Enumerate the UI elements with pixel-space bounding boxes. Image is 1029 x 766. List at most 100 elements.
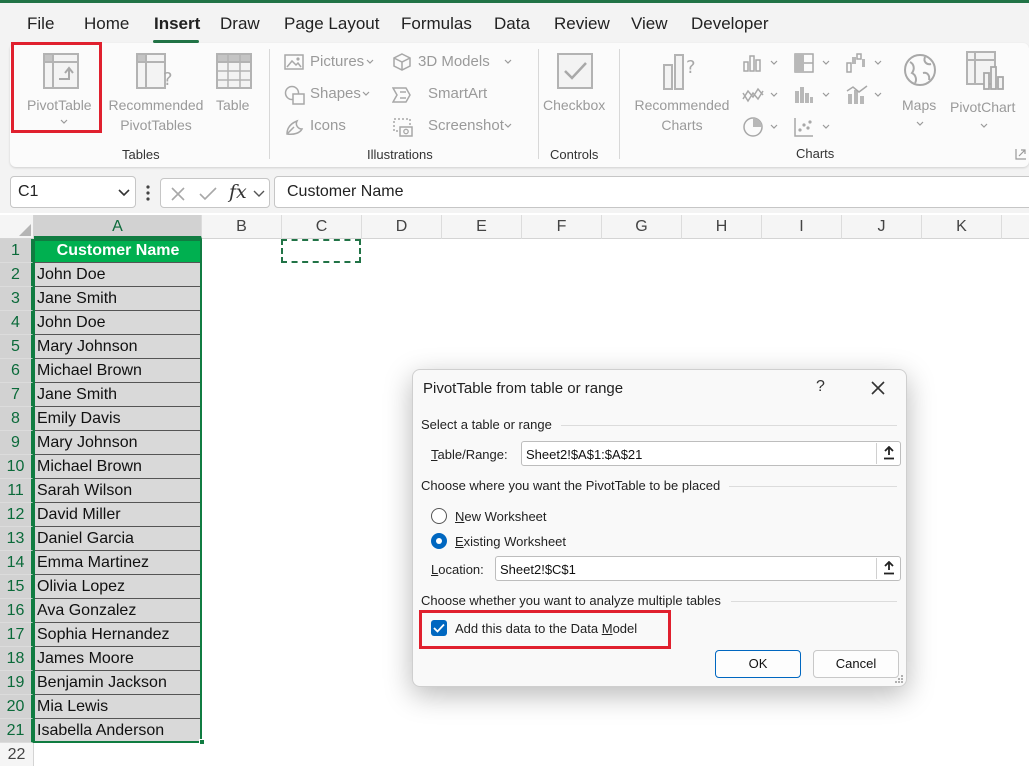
line-chart-icon [742,87,764,103]
name-box[interactable]: C1 [10,176,136,208]
icons-button[interactable]: Icons [282,115,362,139]
help-icon[interactable]: ? [816,378,825,396]
fill-handle[interactable] [199,739,205,745]
column-header-h[interactable]: H [682,215,762,239]
column-header-b[interactable]: B [202,215,282,239]
existing-worksheet-option[interactable]: Existing Worksheet [431,533,611,553]
chevron-down-icon[interactable] [253,190,265,198]
location-input[interactable]: Sheet2!$C$1 [495,556,901,581]
insert-hierarchy-chart-button[interactable] [794,51,834,75]
menu-page-layout[interactable]: Page Layout [284,14,379,34]
recommended-charts-button[interactable]: ? Recommended Charts [624,45,740,135]
menu-insert[interactable]: Insert [154,14,200,34]
group-separator [619,49,620,159]
row-header[interactable]: 14 [0,551,34,575]
close-icon[interactable] [868,378,888,398]
row-header[interactable]: 8 [0,407,34,431]
row-header[interactable]: 17 [0,623,34,647]
confirm-entry-icon[interactable] [198,185,218,203]
column-header-j[interactable]: J [842,215,922,239]
checkbox-button[interactable]: Checkbox [540,45,610,131]
insert-waterfall-chart-button[interactable] [846,51,886,75]
column-header-k[interactable]: K [922,215,1002,239]
cancel-entry-icon[interactable] [169,185,187,203]
select-all-corner[interactable] [0,215,34,239]
row-header[interactable]: 2 [0,263,34,287]
3d-models-button[interactable]: 3D Models [390,51,514,75]
menu-data[interactable]: Data [494,14,530,34]
menu-file[interactable]: File [27,14,54,34]
column-header-i[interactable]: I [762,215,842,239]
insert-line-chart-button[interactable] [742,83,782,107]
row-header[interactable]: 18 [0,647,34,671]
pictures-button[interactable]: Pictures [282,51,382,75]
insert-column-chart-button[interactable] [742,51,782,75]
upload-arrow-icon [884,561,894,575]
label-text: ew Worksheet [464,509,547,524]
recommended-pivottables-button[interactable]: ? Recommended PivotTables [104,45,208,135]
row-header[interactable]: 19 [0,671,34,695]
row-header[interactable]: 3 [0,287,34,311]
divider [731,601,897,602]
table-range-input[interactable]: Sheet2!$A$1:$A$21 [521,441,901,466]
column-header-c[interactable]: C [282,215,362,239]
row-header[interactable]: 16 [0,599,34,623]
svg-text:?: ? [686,57,696,78]
existing-worksheet-radio[interactable] [431,533,447,549]
row-header[interactable]: 9 [0,431,34,455]
row-header[interactable]: 15 [0,575,34,599]
menu-view[interactable]: View [631,14,668,34]
row-header[interactable]: 22 [0,743,34,766]
cell-c1-marquee[interactable] [281,239,361,263]
table-button[interactable]: Table [210,45,258,131]
column-header-a[interactable]: A [34,215,202,239]
menu-developer[interactable]: Developer [691,14,769,34]
row-header[interactable]: 4 [0,311,34,335]
cancel-button[interactable]: Cancel [813,650,899,678]
row-header[interactable]: 6 [0,359,34,383]
menu-review[interactable]: Review [554,14,610,34]
column-header-e[interactable]: E [442,215,522,239]
insert-pie-chart-button[interactable] [742,115,782,139]
pivotchart-button[interactable]: PivotChart [948,45,1024,133]
chevron-down-icon[interactable] [117,185,131,199]
3d-models-label: 3D Models [418,53,490,70]
insert-statistic-chart-button[interactable] [794,83,834,107]
collapse-dialog-button[interactable] [876,443,900,464]
menu-draw[interactable]: Draw [220,14,260,34]
row-header[interactable]: 11 [0,479,34,503]
insert-scatter-chart-button[interactable] [794,115,834,139]
screenshot-button[interactable]: Screenshot [390,115,514,139]
column-header-d[interactable]: D [362,215,442,239]
insert-combo-chart-button[interactable] [846,83,886,107]
formula-input[interactable]: Customer Name [274,176,1029,208]
row-header[interactable]: 13 [0,527,34,551]
menu-formulas[interactable]: Formulas [401,14,472,34]
chevron-down-icon [822,60,830,65]
column-header-g[interactable]: G [602,215,682,239]
shapes-button[interactable]: Shapes [282,83,382,107]
more-options-icon[interactable] [145,184,151,202]
row-header[interactable]: 21 [0,719,34,743]
selection-border [33,239,202,743]
resize-grip-icon[interactable] [894,674,904,684]
row-header[interactable]: 10 [0,455,34,479]
row-header[interactable]: 1 [0,239,34,263]
new-worksheet-radio[interactable] [431,508,447,524]
menu-home[interactable]: Home [84,14,129,34]
dialog-launcher-icon[interactable] [1015,148,1027,160]
smartart-button[interactable]: SmartArt [390,83,490,107]
column-header-f[interactable]: F [522,215,602,239]
chevron-down-icon [874,60,882,65]
label-text: ocation: [438,562,484,577]
ok-button[interactable]: OK [715,650,801,678]
row-header[interactable]: 20 [0,695,34,719]
new-worksheet-option[interactable]: New Worksheet [431,508,591,528]
collapse-dialog-button[interactable] [876,558,900,579]
row-header[interactable]: 7 [0,383,34,407]
row-header[interactable]: 12 [0,503,34,527]
pictures-label: Pictures [310,53,365,70]
insert-function-icon[interactable]: fx [229,181,247,203]
row-header[interactable]: 5 [0,335,34,359]
maps-button[interactable]: Maps [894,45,946,133]
